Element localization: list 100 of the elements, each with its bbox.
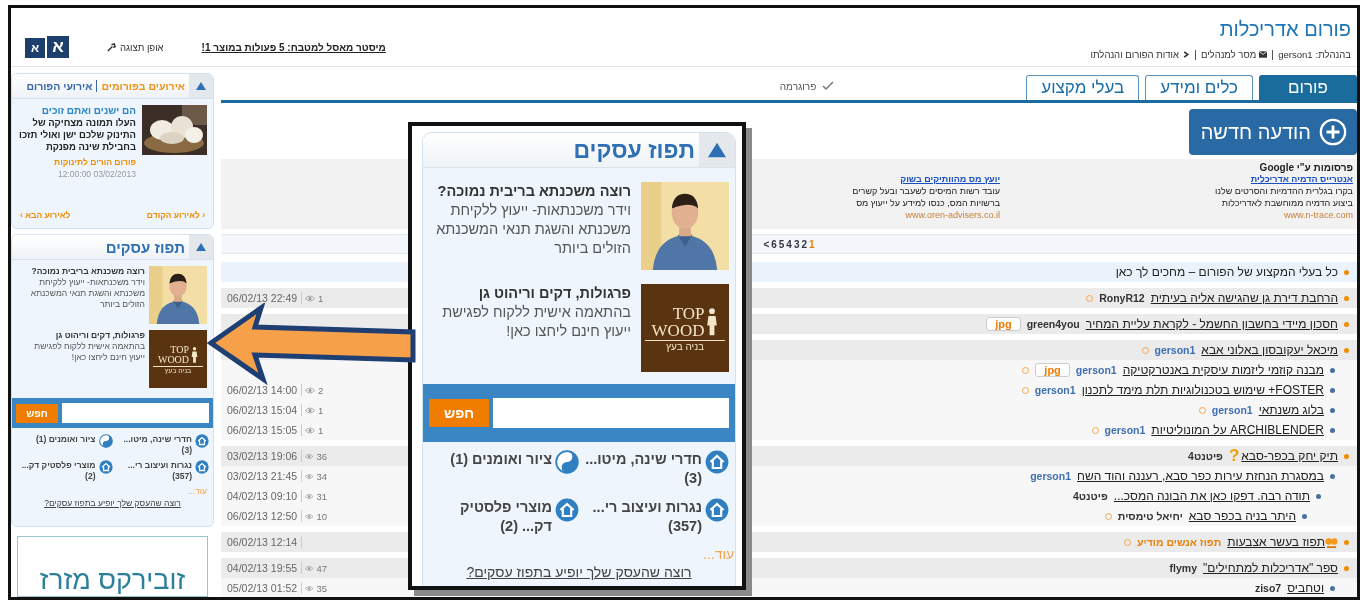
author-link[interactable]: gerson1 (1034, 384, 1076, 396)
promo-link[interactable]: מיסטר מאסל למטבח: 5 פעולות במוצר 1! (201, 41, 386, 53)
category-link[interactable]: מוצרי פלסטיק דק... (2) (16, 460, 96, 482)
thread-title-link[interactable]: היתר בניה בכפר סבא (1188, 509, 1296, 523)
thread-title-link[interactable]: FOSTER+ שימוש בטכנולוגיות תלת מימד לתכנון (1081, 383, 1324, 397)
post-date: 03/02/13 21:45 (227, 470, 303, 482)
search-field[interactable] (493, 398, 729, 428)
ad-text: ברשויות המס, כנסו למידע על ייעוץ מס (855, 197, 1001, 209)
search-field[interactable] (62, 403, 209, 423)
author-link[interactable]: יחיאל טימסית (1117, 510, 1183, 522)
page-link[interactable]: 6 (771, 238, 777, 250)
page-link[interactable]: 2 (801, 238, 808, 250)
author-link[interactable]: green4you (1026, 318, 1080, 330)
collapse-button[interactable] (699, 133, 735, 167)
triangle-icon (195, 81, 207, 91)
category-link[interactable]: חדרי שינה, מיטו... (3) (579, 450, 702, 488)
author-link[interactable]: פיטנט4 (1188, 450, 1223, 462)
page-link[interactable]: 4 (786, 238, 792, 250)
new-post-button[interactable]: הודעה חדשה (1189, 109, 1357, 155)
tab[interactable]: בעלי מקצוע (1026, 75, 1140, 100)
tab[interactable]: פורום (1259, 75, 1357, 100)
ad-text[interactable]: רוצה משכנתא בריבית נמוכה? וידר משכנתאות- ייעוץ ללקיחת משכנתא והשגת תנאי המשכנתא הזולים ביותר (429, 182, 631, 270)
check-icon (822, 81, 835, 91)
bullet-icon (1330, 427, 1335, 433)
bullet-icon (1344, 321, 1349, 327)
thread-title-link[interactable]: מיכאל יעקובסון באלוני אבא (1201, 343, 1338, 357)
next-page-link[interactable]: < (763, 238, 770, 250)
category-link[interactable]: חדרי שינה, מיטו... (3) (112, 434, 192, 456)
view-count: 36 (316, 450, 327, 462)
author-link[interactable]: gerson1 (1104, 424, 1146, 436)
author-link[interactable]: פיטנט4 (1073, 490, 1108, 502)
category-link[interactable]: ציור ואומנים (1) (35, 434, 96, 445)
thread-title-link[interactable]: תפוז בעשר אצבעות (1227, 535, 1325, 549)
post-date: 05/02/13 01:52 (227, 582, 303, 594)
thread-title-link[interactable]: תודה רבה. דפקו כאן את הבונה המסכ... (1113, 489, 1310, 503)
ad-banner-text[interactable]: זובירקס מזרז (39, 564, 186, 596)
ad-text[interactable]: פרגולות, דקים וריהוט גן בהתאמה אישית ללקוח לפגישת ייעוץ חינם ליחצו כאן! (429, 284, 631, 372)
author-link[interactable]: flymy (1169, 562, 1197, 574)
attachment-badge: jpg (986, 317, 1021, 331)
eye-icon (305, 426, 316, 434)
thread-title-link[interactable]: ספר "אדריכלות למתחילים" (1203, 561, 1338, 575)
join-link[interactable]: רוצה שהעסק שלך יופיע בתפוז עסקים? (44, 496, 181, 508)
thread-title-link[interactable]: תיק יחק בכפר-סבא (1241, 449, 1338, 463)
bullet-icon (1302, 513, 1307, 519)
ad-text: ביצוע הדמיה ממוחשבת לאדריכלות (1220, 197, 1353, 209)
thread-title-link[interactable]: חסכון מיידי בחשבון החשמל - לקראת עליית המחיר (1085, 317, 1338, 331)
category-link[interactable]: נגרות ועיצוב רי... (357) (112, 460, 192, 482)
font-size-button[interactable]: א (25, 38, 45, 58)
plus-icon (1319, 118, 1347, 146)
ad-text[interactable]: פרגולות, דקים וריהוט גן בהתאמה אישית ללקוח לפגישת ייעוץ חינם ליחצו כאן! (18, 330, 145, 388)
category-link[interactable]: ציור ואומנים (1) (450, 450, 552, 469)
view-count: 34 (316, 470, 327, 482)
collapse-button[interactable] (189, 74, 213, 98)
ad-text[interactable]: רוצה משכנתא בריבית נמוכה? וידר משכנתאות- ייעוץ ללקיחת משכנתא והשגת תנאי המשכנתא הזולים ביותר (18, 266, 145, 324)
logo-text: WOOD (651, 321, 705, 339)
bullet-icon (1344, 453, 1349, 459)
collapse-button[interactable] (189, 235, 213, 259)
view-mode-link[interactable]: אופן תצוגה (120, 41, 164, 53)
ad-text: בקרו בגלרית ההדמיות והסרטים שלנו (1215, 185, 1353, 197)
thread-title-link[interactable]: בלוג משנתאי (1258, 403, 1324, 417)
author-link[interactable]: ziso7 (1254, 582, 1282, 594)
page-link[interactable]: 5 (778, 238, 785, 250)
author-link[interactable]: RonyR12 (1099, 292, 1145, 304)
chevron-icon (1181, 51, 1190, 58)
events-tab[interactable]: אירועי הפורום (26, 80, 93, 92)
logo-tagline: בניה בעץ (645, 339, 725, 352)
bullet-icon (1330, 367, 1335, 373)
category-link[interactable]: נגרות ועיצוב רי... (357) (579, 498, 702, 536)
thread-title-link[interactable]: ARCHIBLENDER על המונוליטיות (1151, 423, 1324, 437)
event-description: העלו תמונה מצחיקה של התינוק שלכם ישן ואולי תזכו בחבילת שינה מפנקת (18, 117, 136, 153)
program-link[interactable]: פרוגרמה (779, 81, 817, 92)
author-link[interactable]: gerson1 (1211, 404, 1253, 416)
thread-title-link[interactable]: כל בעלי המקצוע של הפורום – מחכים לך כאן (1115, 265, 1338, 279)
post-date: 03/02/13 19:06 (227, 450, 303, 462)
eye-icon (305, 492, 314, 500)
house-icon (195, 434, 209, 448)
event-date: 12:00:00 03/02/2013 (57, 168, 136, 180)
house-icon (195, 460, 209, 474)
manager-link[interactable]: gerson1 (1278, 49, 1313, 60)
eye-icon (305, 294, 316, 302)
ad-title-link[interactable]: יועץ מס מהוותיקים בשוק (852, 173, 1001, 185)
event-title-link[interactable]: הם ישנים ואתם זוכים (18, 105, 136, 117)
tab[interactable]: כלים ומידע (1145, 75, 1253, 100)
thread-title-link[interactable]: במסגרת הנחזת עירות כפר סבא, רעננה והוד השח (1077, 469, 1324, 483)
eye-icon (305, 564, 314, 572)
thread-title-link[interactable]: הרחבת דירת גן שהגישה אליה בעיתית (1150, 291, 1338, 305)
page-link[interactable]: 3 (793, 238, 800, 250)
ad-title-link[interactable]: אנטרייס הדמיה אדריכלית (1215, 173, 1353, 185)
author-link[interactable]: gerson1 (1075, 364, 1117, 376)
thread-title-link[interactable]: מבנה קוזמי ליזמות עיסקית באנטרקטיקה (1122, 363, 1324, 377)
eye-icon (305, 512, 314, 520)
header-link[interactable]: אודות הפורום והנהלתו (1090, 49, 1179, 60)
join-link[interactable]: רוצה שהעסק שלך יופיע בתפוז עסקים? (466, 562, 692, 580)
font-size-button[interactable]: א (47, 36, 69, 58)
author-link[interactable]: gerson1 (1154, 344, 1196, 356)
header-link[interactable]: מסר למנהלים (1200, 49, 1257, 60)
author-link[interactable]: gerson1 (1030, 470, 1071, 482)
view-count: 1 (318, 292, 324, 304)
category-link[interactable]: מוצרי פלסטיק דק... (2) (429, 498, 552, 536)
thread-title-link[interactable]: וטחביס (1287, 581, 1324, 595)
